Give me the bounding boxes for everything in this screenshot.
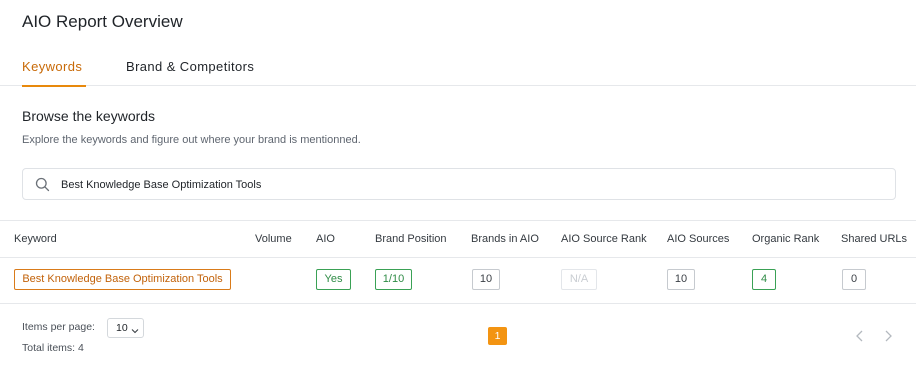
aio-badge: Yes bbox=[316, 269, 351, 290]
column-header-keyword[interactable]: Keyword bbox=[14, 233, 57, 245]
tab-keywords-label: Keywords bbox=[22, 59, 83, 74]
column-header-shared-urls[interactable]: Shared URLs bbox=[841, 233, 907, 245]
items-per-page-select[interactable]: 10 bbox=[107, 318, 144, 338]
total-items: Total items: 4 bbox=[22, 342, 84, 354]
tab-keywords[interactable]: Keywords bbox=[22, 59, 86, 87]
tab-bar: Keywords Brand & Competitors bbox=[0, 50, 916, 87]
table-row: Best Knowledge Base Optimization Tools Y… bbox=[0, 258, 916, 304]
column-header-volume[interactable]: Volume bbox=[255, 233, 292, 245]
brand-position-badge: 1/10 bbox=[375, 269, 412, 290]
chevron-down-icon bbox=[131, 325, 139, 334]
chevron-right-icon[interactable] bbox=[881, 328, 895, 344]
column-header-brand-position[interactable]: Brand Position bbox=[375, 233, 447, 245]
table-header: Keyword Volume AIO Brand Position Brands… bbox=[0, 220, 916, 258]
items-per-page-value: 10 bbox=[116, 322, 128, 334]
search-icon bbox=[35, 177, 50, 192]
active-tab-indicator bbox=[22, 85, 86, 87]
page-title: AIO Report Overview bbox=[22, 12, 183, 31]
aio-sources-badge: 10 bbox=[667, 269, 695, 290]
keyword-link[interactable]: Best Knowledge Base Optimization Tools bbox=[14, 269, 231, 290]
chevron-left-icon[interactable] bbox=[853, 328, 867, 344]
section-description: Explore the keywords and figure out wher… bbox=[22, 134, 361, 146]
tab-brand-competitors[interactable]: Brand & Competitors bbox=[126, 59, 254, 74]
brands-in-aio-badge: 10 bbox=[472, 269, 500, 290]
column-header-organic-rank[interactable]: Organic Rank bbox=[752, 233, 819, 245]
volume-value bbox=[255, 269, 293, 290]
section-title: Browse the keywords bbox=[22, 108, 156, 124]
tab-brand-competitors-label: Brand & Competitors bbox=[126, 59, 255, 74]
page-button-current[interactable]: 1 bbox=[488, 327, 507, 345]
column-header-aio-source-rank[interactable]: AIO Source Rank bbox=[561, 233, 647, 245]
search-box[interactable] bbox=[22, 168, 896, 200]
search-input[interactable] bbox=[61, 176, 881, 194]
column-header-brands-in-aio[interactable]: Brands in AIO bbox=[471, 233, 539, 245]
shared-urls-badge: 0 bbox=[842, 269, 866, 290]
column-header-aio-sources[interactable]: AIO Sources bbox=[667, 233, 729, 245]
column-header-aio[interactable]: AIO bbox=[316, 233, 335, 245]
aio-source-rank-badge: N/A bbox=[561, 269, 597, 290]
items-per-page-label: Items per page: bbox=[22, 321, 95, 333]
organic-rank-badge: 4 bbox=[752, 269, 776, 290]
